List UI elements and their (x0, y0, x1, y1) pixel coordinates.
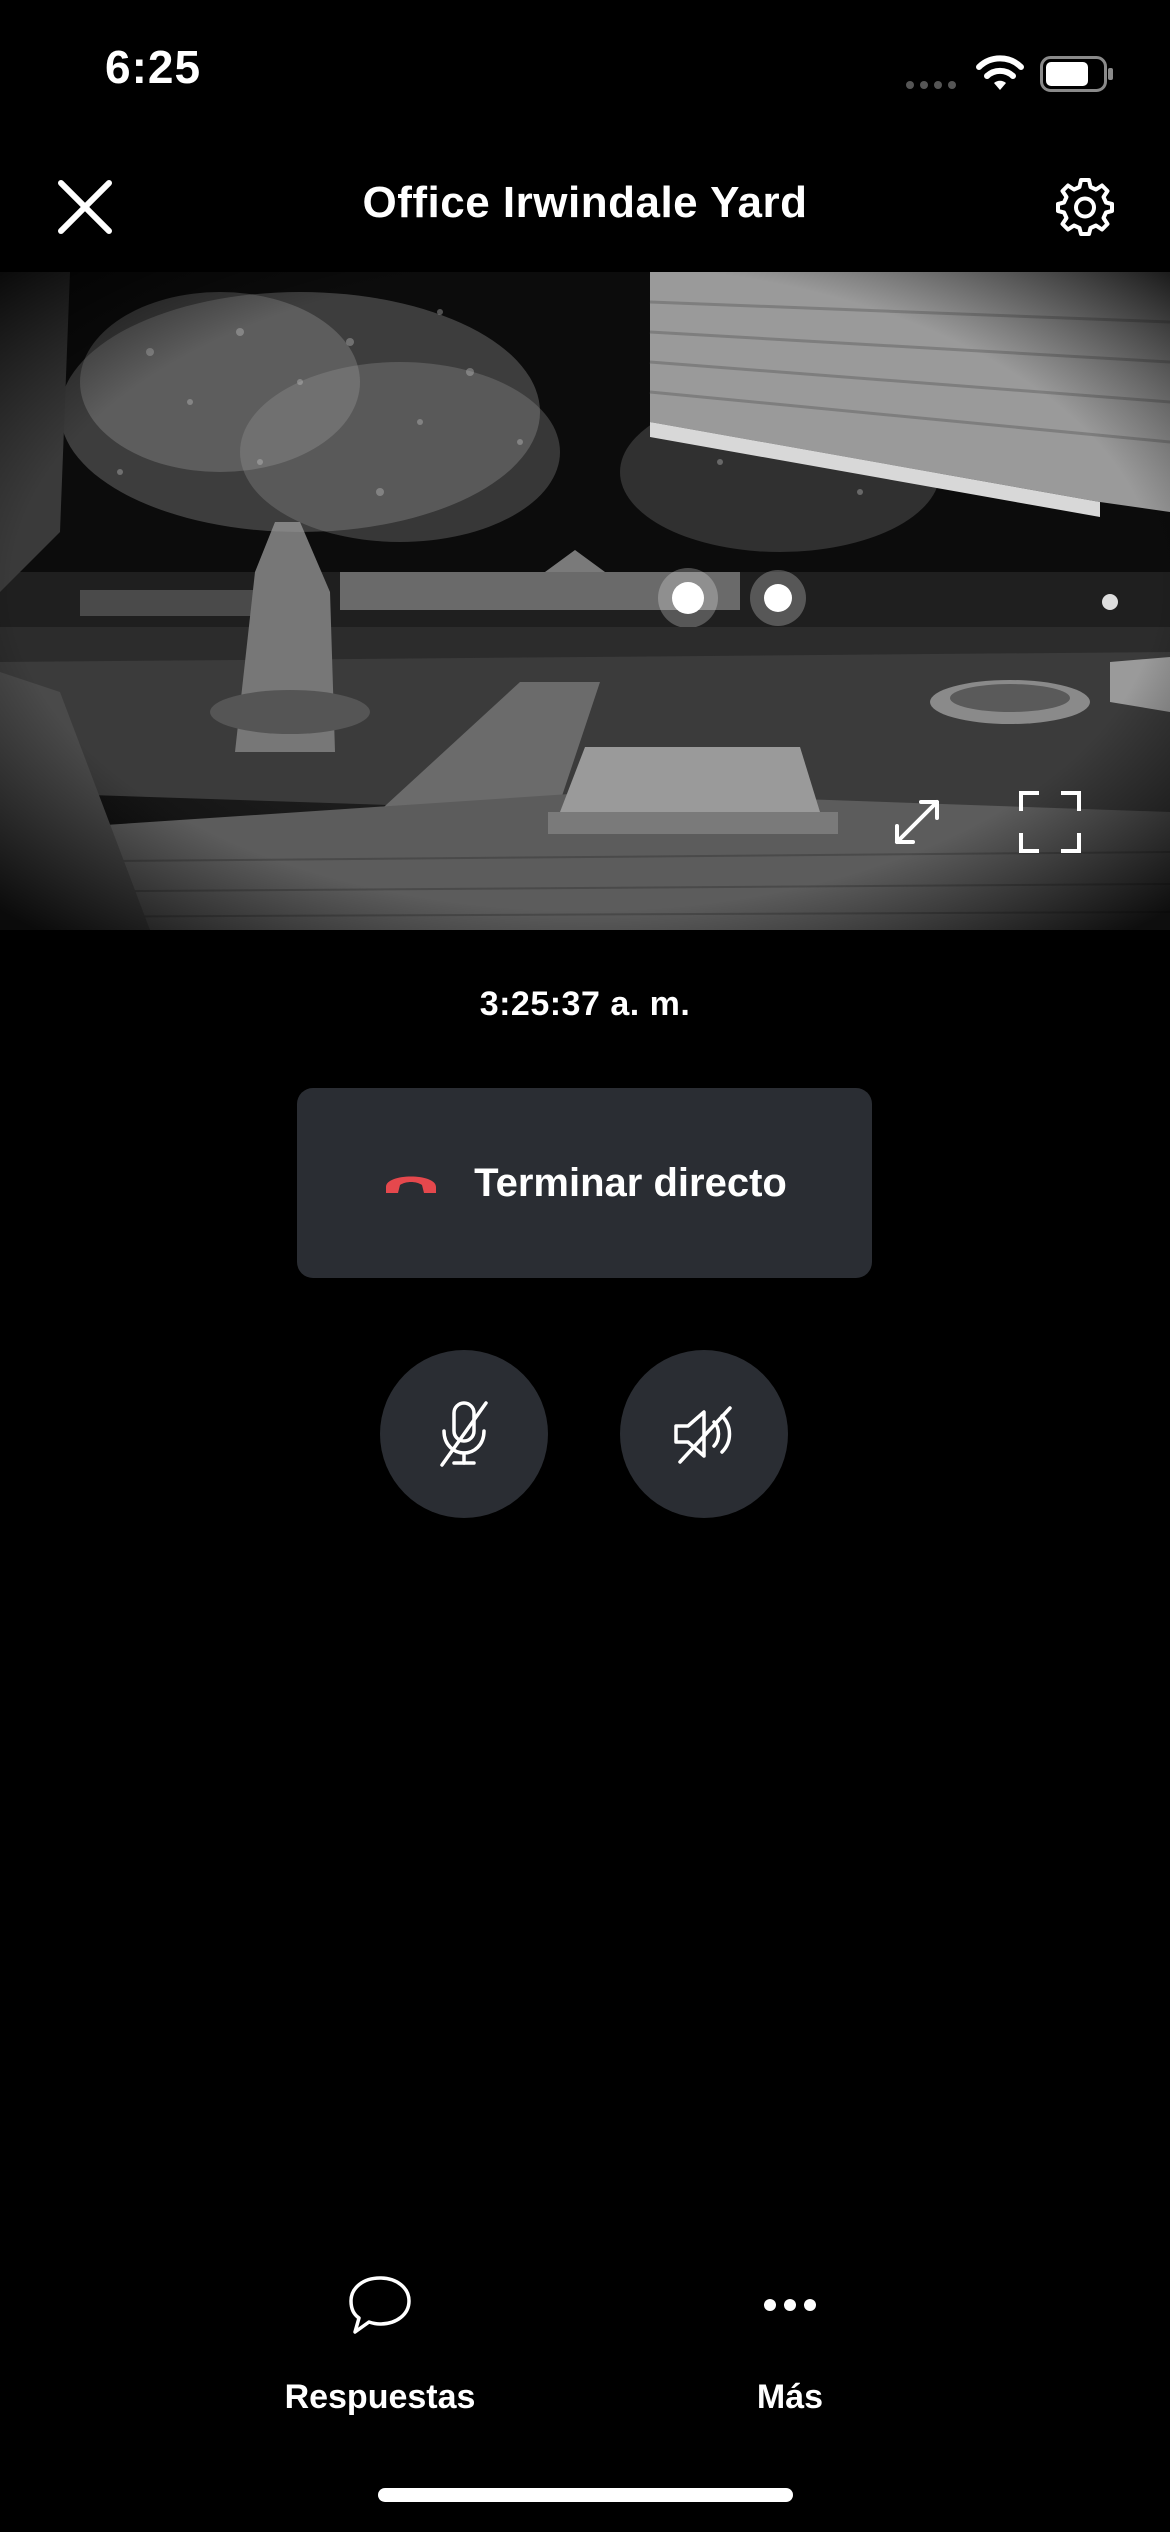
battery-icon (1040, 56, 1113, 92)
fullscreen-button[interactable] (1015, 787, 1085, 857)
settings-button[interactable] (1050, 172, 1120, 242)
nav-more[interactable]: Más (650, 2270, 930, 2417)
expand-view-button[interactable] (882, 787, 952, 857)
more-dots-icon (764, 2299, 816, 2311)
microphone-muted-icon (440, 1401, 488, 1467)
microphone-toggle-button[interactable] (380, 1350, 548, 1518)
speaker-muted-icon (674, 1406, 732, 1464)
page-title: Office Irwindale Yard (362, 178, 808, 227)
chat-bubble-icon (349, 2276, 411, 2334)
end-live-label: Terminar directo (474, 1160, 787, 1205)
home-indicator[interactable] (378, 2488, 793, 2502)
end-live-button[interactable]: Terminar directo (297, 1088, 872, 1278)
nav-responses[interactable]: Respuestas (240, 2270, 520, 2417)
camera-scene (0, 272, 1170, 930)
gear-icon (1056, 178, 1114, 236)
fullscreen-icon (1019, 791, 1081, 853)
hang-up-icon (386, 1176, 437, 1193)
status-bar-time: 6:25 (105, 41, 202, 93)
speaker-toggle-button[interactable] (620, 1350, 788, 1518)
cellular-signal-icon (906, 81, 956, 89)
live-timestamp: 3:25:37 a. m. (479, 985, 691, 1023)
nav-responses-label: Respuestas (284, 2378, 476, 2416)
nav-more-label: Más (756, 2378, 824, 2416)
expand-arrows-icon (895, 800, 939, 844)
wifi-icon (976, 55, 1024, 90)
camera-live-feed[interactable] (0, 272, 1170, 930)
